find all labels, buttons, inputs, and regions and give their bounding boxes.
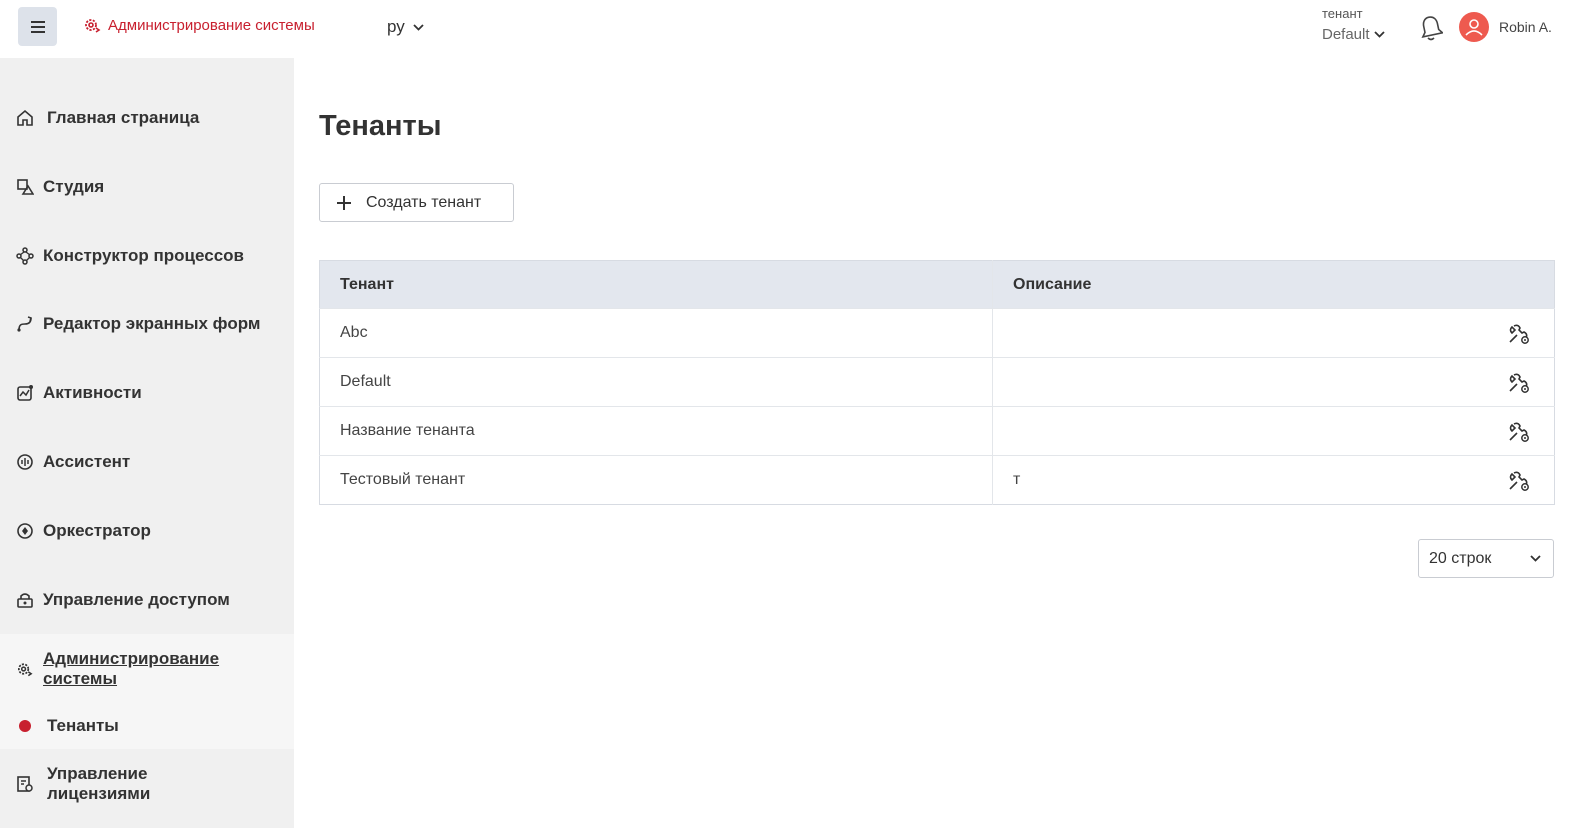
language-select[interactable]: ру (387, 17, 424, 37)
bell-icon (1421, 16, 1445, 41)
home-icon (16, 109, 34, 127)
sidebar-item-form-editor[interactable]: Редактор экранных форм (0, 304, 294, 344)
user-menu[interactable]: Robin A. (1459, 12, 1552, 42)
column-header-tenant[interactable]: Тенант (319, 260, 993, 309)
sidebar-item-label: Главная страница (47, 108, 200, 127)
create-tenant-label: Создать тенант (366, 193, 482, 211)
table-row[interactable]: Default (319, 357, 1555, 407)
wrench-gear-icon (1509, 373, 1529, 393)
sidebar-item-label: Тенанты (47, 716, 119, 735)
wrench-gear-icon (1509, 324, 1529, 344)
settings-button[interactable] (1506, 370, 1532, 396)
avatar (1459, 12, 1489, 42)
description-cell (992, 357, 1555, 407)
plus-icon (337, 195, 351, 210)
sidebar-item-label: Студия (43, 177, 105, 196)
create-tenant-button[interactable]: Создать тенант (319, 183, 514, 222)
top-bar: Администрирование системы ру тенант Defa… (0, 0, 1593, 58)
wrench-gear-icon (1509, 422, 1529, 442)
language-value: ру (387, 17, 405, 36)
menu-toggle-button[interactable] (18, 7, 57, 46)
wrench-gear-icon (1509, 471, 1529, 491)
sidebar-item-system-admin[interactable]: Администрирование системы (0, 649, 294, 689)
description-cell (992, 308, 1555, 358)
activity-icon (16, 384, 34, 402)
settings-button[interactable] (1506, 468, 1532, 494)
sidebar-item-label: Оркестратор (43, 521, 151, 540)
sidebar-item-label: Ассистент (43, 452, 131, 471)
sidebar-item-label: Редактор экранных форм (43, 314, 261, 333)
description-cell: т (992, 455, 1555, 505)
form-editor-icon (16, 315, 34, 333)
sidebar-item-process-builder[interactable]: Конструктор процессов (0, 246, 294, 266)
studio-icon (16, 178, 34, 196)
sidebar-item-orchestrator[interactable]: Оркестратор (0, 521, 294, 541)
sidebar-item-access-control[interactable]: Управление доступом (0, 590, 294, 610)
chevron-down-icon (413, 23, 424, 31)
tenant-switcher-value-row: Default (1322, 26, 1385, 43)
description-text: т (1013, 471, 1021, 488)
license-icon (16, 775, 34, 793)
tenant-switcher-label: тенант (1322, 6, 1363, 21)
active-dot-icon (19, 720, 31, 732)
chevron-down-icon (1373, 31, 1385, 38)
user-name: Robin A. (1499, 19, 1552, 35)
tenants-table: Тенант Описание Abc Default Название тен… (319, 260, 1555, 505)
sidebar-item-licenses[interactable]: Управление лицензиями (0, 764, 294, 804)
column-header-description[interactable]: Описание (992, 260, 1555, 309)
tenant-name-cell: Abc (319, 308, 993, 358)
process-icon (16, 247, 34, 265)
user-icon (1465, 19, 1483, 36)
tenant-name-cell: Тестовый тенант (319, 455, 993, 505)
table-row[interactable]: Abc (319, 308, 1555, 358)
sidebar-item-label: Администрирование системы (43, 649, 220, 688)
tenant-switcher[interactable]: тенант Default (1322, 6, 1385, 43)
admin-icon (16, 660, 34, 678)
settings-button[interactable] (1506, 321, 1532, 347)
orchestrator-icon (16, 522, 34, 540)
sidebar-subitem-tenants[interactable]: Тенанты (0, 716, 294, 736)
tenant-switcher-value: Default (1322, 26, 1370, 43)
sidebar-item-home[interactable]: Главная страница (0, 108, 294, 128)
hamburger-icon (30, 20, 45, 33)
sidebar-item-label: Управление доступом (43, 590, 230, 609)
settings-button[interactable] (1506, 419, 1532, 445)
app-brand[interactable]: Администрирование системы (83, 17, 315, 34)
tenant-name-cell: Название тенанта (319, 406, 993, 456)
sidebar-item-activities[interactable]: Активности (0, 383, 294, 403)
page-title: Тенанты (319, 110, 442, 142)
rows-per-page-select[interactable]: 20 строк (1418, 539, 1554, 578)
brand-label: Администрирование системы (108, 17, 315, 34)
table-row[interactable]: Название тенанта (319, 406, 1555, 456)
description-cell (992, 406, 1555, 456)
notifications-button[interactable] (1419, 14, 1445, 46)
sidebar-item-label: Активности (43, 383, 142, 402)
sidebar-item-label: Конструктор процессов (43, 246, 244, 265)
access-icon (16, 591, 34, 609)
tenant-name-cell: Default (319, 357, 993, 407)
chevron-down-icon (1530, 555, 1541, 562)
table-header-row: Тенант Описание (319, 260, 1555, 309)
rows-per-page-value: 20 строк (1429, 549, 1492, 567)
admin-gear-icon (85, 19, 101, 33)
sidebar-item-studio[interactable]: Студия (0, 177, 294, 197)
sidebar-item-assistant[interactable]: Ассистент (0, 452, 294, 472)
assistant-icon (16, 453, 34, 471)
table-row[interactable]: Тестовый тенант т (319, 455, 1555, 505)
sidebar-item-label: Управление лицензиями (47, 764, 151, 803)
sidebar: Главная страница Студия Конструктор проц… (0, 58, 294, 828)
